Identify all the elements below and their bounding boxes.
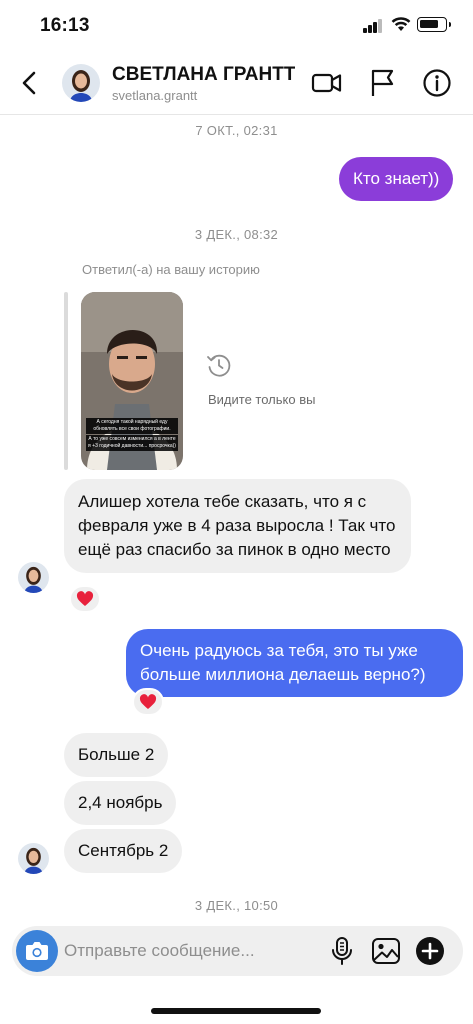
heart-reaction[interactable] — [69, 585, 101, 613]
sender-avatar[interactable] — [18, 843, 49, 874]
story-caption: А то уже совсем изменился а в ленте я +3… — [86, 435, 178, 451]
incoming-message[interactable]: Алишер хотела тебе сказать, что я с февр… — [64, 479, 411, 573]
reply-indicator-bar — [64, 292, 68, 470]
incoming-message[interactable]: Сентябрь 2 — [64, 829, 183, 873]
gallery-icon[interactable] — [370, 935, 402, 967]
message-composer — [12, 926, 463, 976]
history-icon — [207, 354, 231, 377]
contact-name[interactable]: СВЕТЛАНА ГРАНТТ — [112, 64, 295, 86]
chat-header: СВЕТЛАНА ГРАНТТ svetlana.grantt — [0, 52, 473, 114]
wifi-icon — [391, 17, 411, 31]
flag-icon[interactable] — [366, 66, 400, 100]
heart-reaction[interactable] — [132, 688, 164, 716]
incoming-message[interactable]: 2,4 ноябрь — [64, 781, 177, 825]
header-divider — [0, 114, 473, 115]
cellular-signal-icon — [363, 19, 383, 33]
timestamp: 3 ДЕК., 10:50 — [194, 898, 279, 913]
info-icon[interactable] — [420, 66, 454, 100]
microphone-icon[interactable] — [326, 935, 358, 967]
back-icon[interactable] — [14, 66, 46, 100]
camera-icon — [26, 942, 48, 960]
status-time: 16:13 — [40, 15, 90, 36]
camera-button[interactable] — [16, 930, 58, 972]
add-icon[interactable] — [414, 935, 446, 967]
heart-icon — [139, 694, 157, 709]
incoming-message[interactable]: Больше 2 — [64, 733, 169, 777]
outgoing-message[interactable]: Кто знает)) — [339, 157, 454, 201]
story-thumbnail[interactable]: А сегодня такой нарядный еду обновлять в… — [81, 292, 183, 470]
home-indicator — [151, 1008, 321, 1014]
story-reply-label: Ответил(-а) на вашу историю — [82, 262, 260, 277]
timestamp: 7 ОКТ., 02:31 — [195, 123, 278, 138]
battery-icon — [417, 17, 451, 32]
sender-avatar[interactable] — [18, 562, 49, 593]
message-input[interactable] — [64, 936, 326, 966]
timestamp: 3 ДЕК., 08:32 — [194, 227, 279, 242]
visibility-note: Видите только вы — [208, 392, 316, 407]
status-bar: 16:13 — [0, 0, 473, 52]
story-caption: А сегодня такой нарядный еду обновлять в… — [86, 418, 178, 434]
contact-username[interactable]: svetlana.grantt — [112, 88, 197, 103]
heart-icon — [76, 591, 94, 606]
video-call-icon[interactable] — [310, 66, 344, 100]
outgoing-message[interactable]: Очень радуюсь за тебя, это ты уже больше… — [126, 629, 463, 697]
contact-avatar[interactable] — [62, 64, 100, 102]
